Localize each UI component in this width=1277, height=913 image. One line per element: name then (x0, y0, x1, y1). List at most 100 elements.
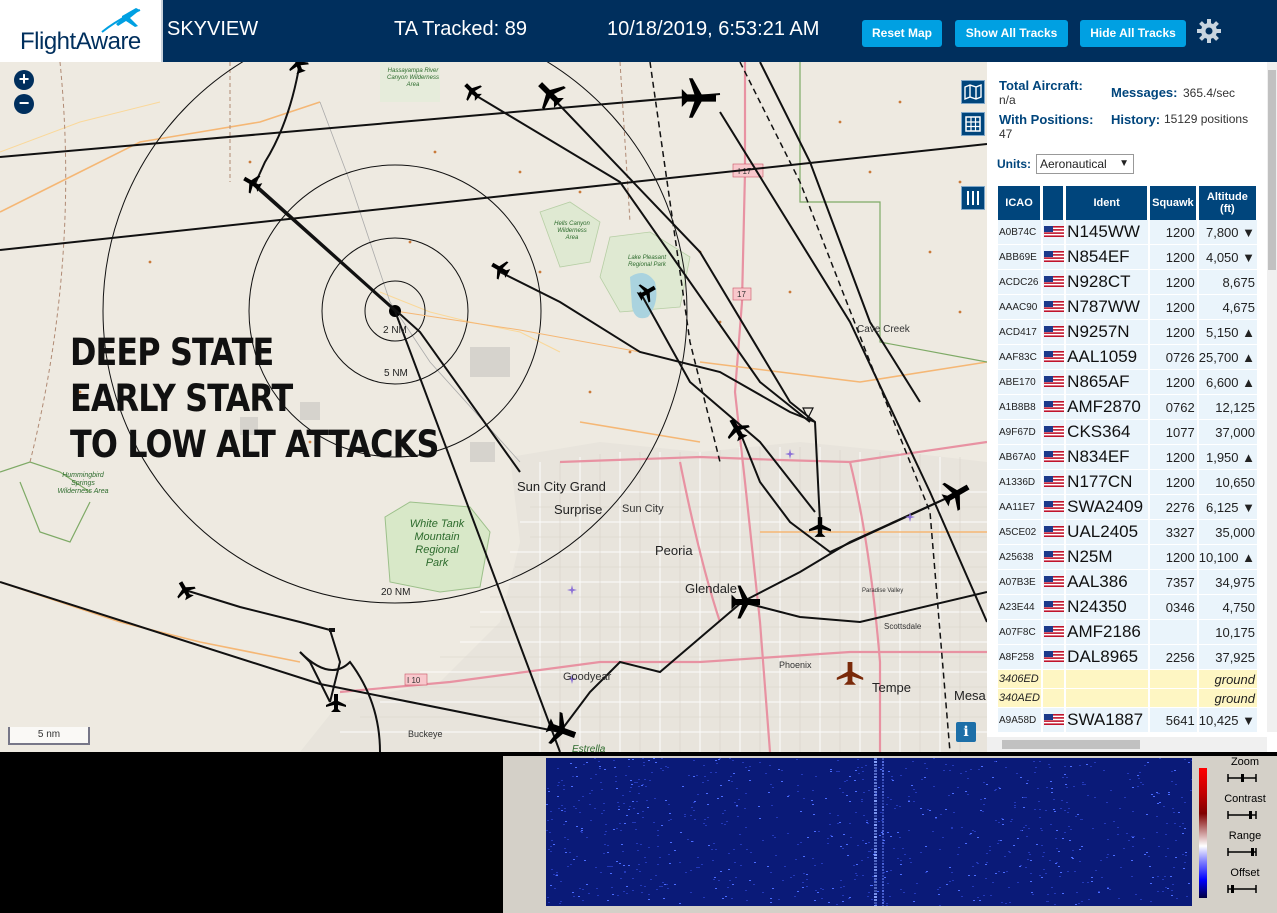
flag-cell (1043, 689, 1065, 708)
show-all-tracks-button[interactable]: Show All Tracks (955, 20, 1068, 47)
history-value: 15129 positions (1164, 112, 1249, 126)
label-phoenix: Phoenix (779, 660, 812, 670)
squawk-cell: 0726 (1150, 345, 1197, 370)
altitude-cell: 37,000 (1198, 420, 1257, 445)
gear-icon[interactable] (1196, 18, 1222, 44)
table-row[interactable]: AAF83C AAL1059 0726 25,700 ▲ (998, 345, 1257, 370)
column-header-3[interactable]: Squawk (1150, 186, 1197, 220)
label-glendale: Glendale (685, 581, 738, 596)
flag-cell (1043, 708, 1065, 733)
us-flag-icon (1043, 501, 1064, 513)
column-header-2[interactable]: Ident (1066, 186, 1149, 220)
ident-cell: N177CN (1066, 470, 1149, 495)
ring-label-20nm: 20 NM (381, 587, 411, 598)
squawk-cell: 1200 (1150, 445, 1197, 470)
horizontal-scrollbar[interactable] (987, 737, 1267, 752)
table-row[interactable]: 3406ED ground (998, 670, 1257, 689)
ident-cell: SWA2409 (1066, 495, 1149, 520)
table-row[interactable]: 340AED ground (998, 689, 1257, 708)
altitude-cell: 4,750 (1198, 595, 1257, 620)
column-header-4[interactable]: Altitude (ft) (1198, 186, 1257, 220)
table-row[interactable]: A0B74C N145WW 1200 7,800 ▼ (998, 220, 1257, 245)
label-buckeye: Buckeye (408, 729, 443, 739)
icao-cell: A8F258 (998, 645, 1042, 670)
overlay-annotation: DEEP STATE EARLY START TO LOW ALT ATTACK… (70, 330, 439, 468)
flag-cell (1043, 295, 1065, 320)
altitude-cell: 5,150 ▲ (1198, 320, 1257, 345)
zoom-in-button[interactable]: + (14, 70, 34, 90)
flag-cell (1043, 595, 1065, 620)
flag-cell (1043, 445, 1065, 470)
caret-down-icon: ▼ (1119, 158, 1129, 169)
ident-cell: AMF2870 (1066, 395, 1149, 420)
table-row[interactable]: A07F8C AMF2186 10,175 (998, 620, 1257, 645)
flag-cell (1043, 670, 1065, 689)
table-row[interactable]: A25638 N25M 1200 10,100 ▲ (998, 545, 1257, 570)
with-positions-label: With Positions: (999, 112, 1094, 127)
ident-cell: N787WW (1066, 295, 1149, 320)
column-header-0[interactable]: ICAO (998, 186, 1042, 220)
waterfall-display[interactable] (546, 758, 1192, 906)
icao-cell: AB67A0 (998, 445, 1042, 470)
vertical-scroll-thumb[interactable] (1268, 70, 1276, 270)
table-row[interactable]: A07B3E AAL386 7357 34,975 (998, 570, 1257, 595)
svg-text:17: 17 (737, 290, 746, 299)
icao-cell: ACDC26 (998, 270, 1042, 295)
range-slider[interactable] (1227, 847, 1257, 857)
flag-cell (1043, 520, 1065, 545)
offset-slider[interactable] (1227, 884, 1257, 894)
map-layers-button[interactable] (961, 80, 985, 104)
table-row[interactable]: A8F258 DAL8965 2256 37,925 (998, 645, 1257, 670)
column-header-1[interactable] (1043, 186, 1065, 220)
columns-toggle-button[interactable] (961, 186, 985, 210)
horizontal-scroll-thumb[interactable] (1002, 740, 1140, 749)
units-select[interactable]: Aeronautical ▼ (1036, 154, 1134, 174)
contrast-slider[interactable] (1227, 810, 1257, 820)
icao-cell: ABE170 (998, 370, 1042, 395)
flightaware-logo[interactable]: FlightAware (0, 0, 163, 62)
ident-cell: N25M (1066, 545, 1149, 570)
vertical-scrollbar[interactable] (1267, 62, 1277, 732)
label-mesa: Mesa (954, 688, 986, 703)
flag-cell (1043, 320, 1065, 345)
reset-map-button[interactable]: Reset Map (862, 20, 942, 47)
zoom-out-button[interactable]: − (14, 94, 34, 114)
grid-toggle-button[interactable] (961, 112, 985, 136)
icao-cell: A0B74C (998, 220, 1042, 245)
label-goodyear: Goodyear (563, 671, 612, 683)
table-row[interactable]: AAAC90 N787WW 1200 4,675 (998, 295, 1257, 320)
table-row[interactable]: A1B8B8 AMF2870 0762 12,125 (998, 395, 1257, 420)
hide-all-tracks-button[interactable]: Hide All Tracks (1080, 20, 1186, 47)
ident-cell: UAL2405 (1066, 520, 1149, 545)
map-view[interactable]: I 17 17 I 10 Sun City Grand Surprise Sun… (0, 62, 987, 752)
table-row[interactable]: A9A58D SWA1887 5641 10,425 ▼ (998, 708, 1257, 733)
info-icon[interactable]: i (956, 722, 976, 742)
label-sun-city: Sun City (622, 503, 664, 515)
zoom-slider[interactable] (1227, 773, 1257, 783)
table-row[interactable]: A5CE02 UAL2405 3327 35,000 (998, 520, 1257, 545)
altitude-cell: 10,650 (1198, 470, 1257, 495)
messages-label: Messages: (1111, 85, 1178, 100)
table-row[interactable]: A23E44 N24350 0346 4,750 (998, 595, 1257, 620)
table-row[interactable]: A1336D N177CN 1200 10,650 (998, 470, 1257, 495)
altitude-cell: 8,675 (1198, 270, 1257, 295)
logo-text: FlightAware (20, 28, 141, 55)
squawk-cell: 2256 (1150, 645, 1197, 670)
us-flag-icon (1043, 326, 1064, 338)
us-flag-icon (1043, 226, 1064, 238)
table-row[interactable]: ABB69E N854EF 1200 4,050 ▼ (998, 245, 1257, 270)
us-flag-icon (1043, 476, 1064, 488)
squawk-cell: 3327 (1150, 520, 1197, 545)
ident-cell: N928CT (1066, 270, 1149, 295)
table-row[interactable]: AA11E7 SWA2409 2276 6,125 ▼ (998, 495, 1257, 520)
site-name: SKYVIEW (167, 18, 259, 40)
flag-cell (1043, 420, 1065, 445)
table-row[interactable]: ACDC26 N928CT 1200 8,675 (998, 270, 1257, 295)
table-row[interactable]: A9F67D CKS364 1077 37,000 (998, 420, 1257, 445)
flag-cell (1043, 495, 1065, 520)
altitude-cell: 1,950 ▲ (1198, 445, 1257, 470)
table-row[interactable]: AB67A0 N834EF 1200 1,950 ▲ (998, 445, 1257, 470)
table-row[interactable]: ACD417 N9257N 1200 5,150 ▲ (998, 320, 1257, 345)
grid-icon (965, 116, 981, 132)
table-row[interactable]: ABE170 N865AF 1200 6,600 ▲ (998, 370, 1257, 395)
